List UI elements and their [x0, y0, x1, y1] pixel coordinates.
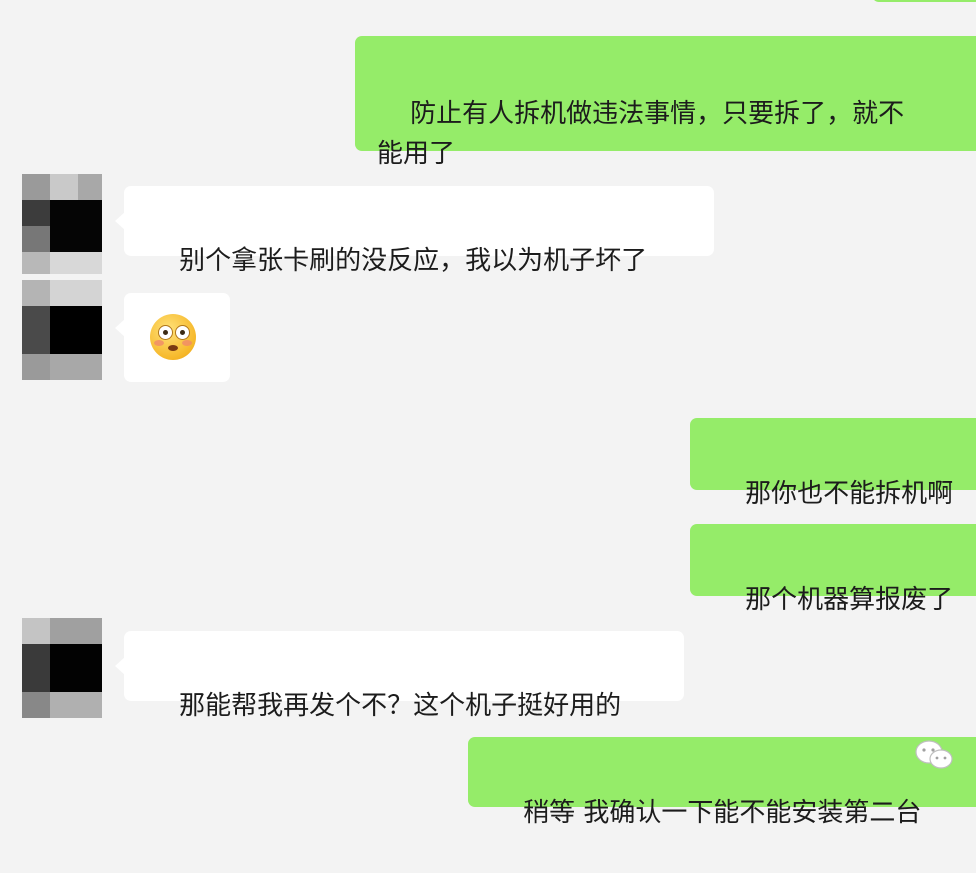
message-text: 那能帮我再发个不？这个机子挺好用的: [179, 691, 622, 721]
flushed-face-emoji-icon: [150, 314, 196, 360]
message-outgoing-partial[interactable]: [872, 0, 976, 2]
message-outgoing[interactable]: 那个机器算报废了: [690, 524, 976, 615]
message-incoming[interactable]: 别个拿张卡刷的没反应，我以为机子坏了: [115, 186, 714, 276]
message-outgoing[interactable]: 防止有人拆机做违法事情，只要拆了，就不 能用了: [355, 36, 976, 169]
message-incoming[interactable]: 那能帮我再发个不？这个机子挺好用的: [115, 631, 684, 721]
wechat-logo-icon: [915, 740, 953, 769]
avatar[interactable]: [22, 280, 102, 380]
message-text: 那你也不能拆机啊: [745, 479, 954, 509]
message-text: 别个拿张卡刷的没反应，我以为机子坏了: [179, 246, 648, 276]
avatar[interactable]: [22, 618, 102, 718]
chat-message-list[interactable]: 防止有人拆机做违法事情，只要拆了，就不 能用了 别个拿张卡刷的没反应，我以为机子…: [0, 0, 976, 828]
message-outgoing[interactable]: 稍等 我确认一下能不能安装第二台: [468, 737, 976, 828]
message-outgoing[interactable]: 那你也不能拆机啊: [690, 418, 976, 509]
avatar[interactable]: [22, 174, 102, 274]
message-text: 防止有人拆机做违法事情，只要拆了，就不 能用了: [377, 99, 905, 169]
message-text: 那个机器算报废了: [745, 585, 954, 615]
message-text: 稍等 我确认一下能不能安装第二台: [523, 798, 922, 828]
message-incoming-emoji[interactable]: [115, 293, 230, 382]
